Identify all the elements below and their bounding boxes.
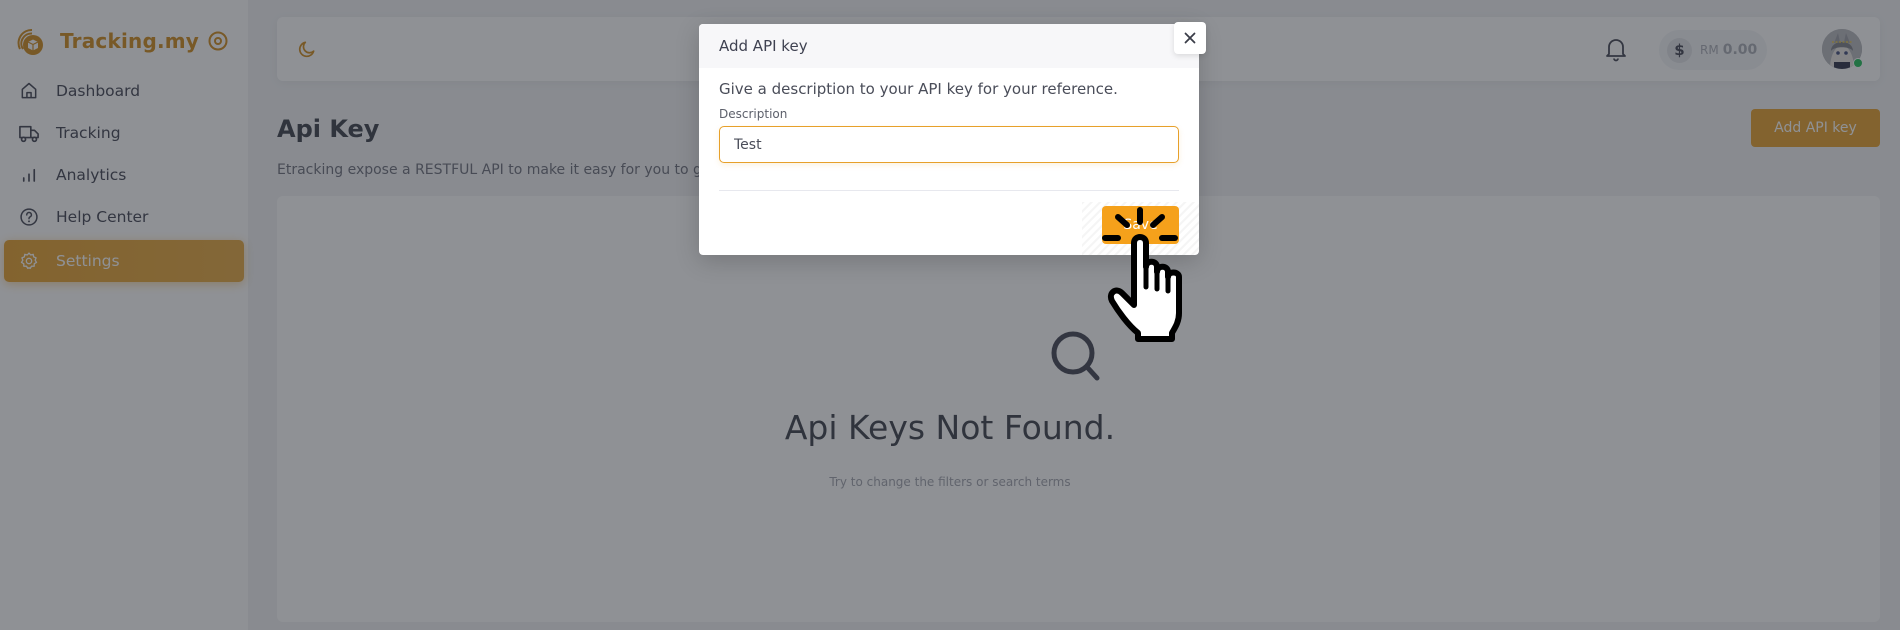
modal-title: Add API key [719, 37, 808, 55]
modal-lead-text: Give a description to your API key for y… [719, 80, 1118, 98]
modal-body: Give a description to your API key for y… [699, 68, 1199, 163]
description-label: Description [719, 107, 788, 121]
description-input[interactable] [719, 126, 1179, 163]
modal-header: Add API key [699, 24, 1199, 68]
add-api-key-modal: Add API key Give a description to your A… [699, 22, 1206, 255]
modal-divider [719, 190, 1179, 191]
close-icon [1184, 32, 1196, 44]
modal-close-button[interactable] [1174, 22, 1206, 54]
save-button[interactable]: Save [1102, 206, 1179, 244]
